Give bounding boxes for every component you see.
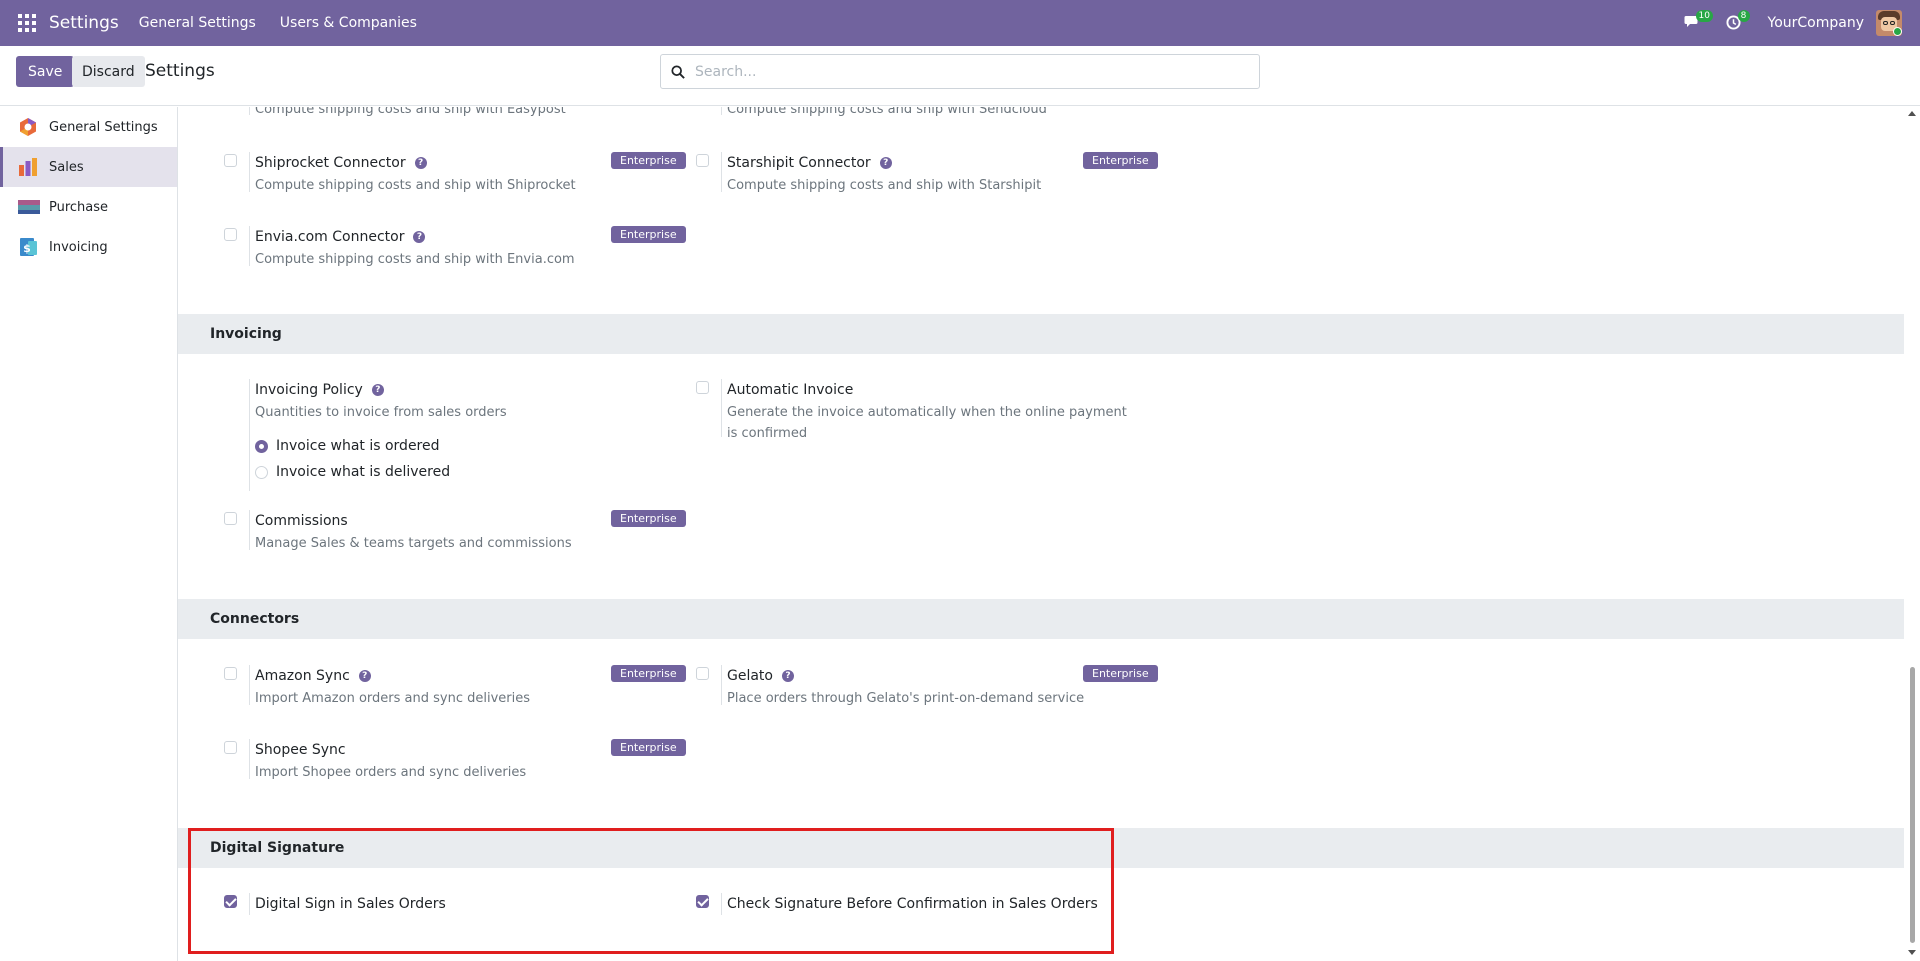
amazon-sync-checkbox[interactable] xyxy=(224,667,237,680)
enterprise-badge[interactable]: Enterprise xyxy=(611,152,686,169)
search-input[interactable] xyxy=(695,63,1235,80)
discard-button[interactable]: Discard xyxy=(72,56,145,87)
setting-desc: Compute shipping costs and ship with Sen… xyxy=(727,107,1047,117)
setting-label: Commissions xyxy=(255,513,348,529)
setting-desc: Compute shipping costs and ship with Env… xyxy=(255,252,575,267)
setting-label: Amazon Sync xyxy=(255,668,350,684)
setting-desc: Manage Sales & teams targets and commiss… xyxy=(255,536,572,551)
scroll-up-arrow-icon[interactable] xyxy=(1908,111,1916,116)
setting-desc: Quantities to invoice from sales orders xyxy=(255,405,507,420)
app-title[interactable]: Settings xyxy=(49,13,119,33)
menu-general-settings[interactable]: General Settings xyxy=(139,15,256,31)
section-header-connectors: Connectors xyxy=(178,599,1904,639)
shiprocket-checkbox[interactable] xyxy=(224,154,237,167)
shopee-sync-checkbox[interactable] xyxy=(224,741,237,754)
setting-label: Invoicing Policy xyxy=(255,382,363,398)
check-signature-checkbox[interactable] xyxy=(696,895,709,908)
envia-checkbox[interactable] xyxy=(224,228,237,241)
sales-icon xyxy=(18,157,38,177)
sidebar-item-general-settings[interactable]: General Settings xyxy=(0,107,177,147)
help-icon[interactable]: ? xyxy=(879,157,892,169)
sidebar-item-label: Invoicing xyxy=(49,239,108,255)
enterprise-badge[interactable]: Enterprise xyxy=(611,665,686,682)
settings-sidebar: General Settings Sales Purchase $ Invoic… xyxy=(0,107,178,961)
scroll-thumb[interactable] xyxy=(1910,667,1915,943)
enterprise-badge[interactable]: Enterprise xyxy=(611,739,686,756)
settings-content: Compute shipping costs and ship with Eas… xyxy=(178,107,1904,961)
setting-easypost: Compute shipping costs and ship with Eas… xyxy=(224,107,684,117)
setting-label: Envia.com Connector xyxy=(255,229,405,245)
setting-desc: Compute shipping costs and ship with Sta… xyxy=(727,178,1042,193)
invoicing-icon: $ xyxy=(18,237,38,257)
top-navbar: Settings General Settings Users & Compan… xyxy=(0,0,1920,46)
setting-sendcloud: Compute shipping costs and ship with Sen… xyxy=(696,107,1156,117)
sidebar-item-label: General Settings xyxy=(49,119,158,135)
systray: 10 8 YourCompany xyxy=(1684,0,1920,46)
help-icon[interactable]: ? xyxy=(414,157,427,169)
setting-desc: Import Amazon orders and sync deliveries xyxy=(255,691,530,706)
setting-desc: Generate the invoice automatically when … xyxy=(727,405,1127,441)
setting-label: Automatic Invoice xyxy=(727,382,854,398)
help-icon[interactable]: ? xyxy=(371,384,384,396)
help-icon[interactable]: ? xyxy=(782,670,794,682)
messages-button[interactable]: 10 xyxy=(1684,10,1713,34)
help-icon[interactable]: ? xyxy=(358,670,371,682)
help-icon[interactable]: ? xyxy=(413,231,426,243)
save-button[interactable]: Save xyxy=(16,56,75,87)
setting-label: Check Signature Before Confirmation in S… xyxy=(727,896,1098,912)
setting-label: Shiprocket Connector xyxy=(255,155,406,171)
radio-invoice-delivered[interactable]: Invoice what is delivered xyxy=(255,461,675,483)
search-box[interactable] xyxy=(660,54,1260,89)
control-panel: Save Discard Settings xyxy=(0,46,1920,106)
radio-button-selected[interactable] xyxy=(255,439,268,453)
online-status-dot xyxy=(1893,27,1902,36)
setting-desc: Compute shipping costs and ship with Eas… xyxy=(255,107,566,117)
setting-desc: Place orders through Gelato's print-on-d… xyxy=(727,691,1085,706)
sidebar-item-purchase[interactable]: Purchase xyxy=(0,187,177,227)
purchase-icon xyxy=(18,197,40,217)
enterprise-badge[interactable]: Enterprise xyxy=(611,226,686,243)
scrollbar[interactable] xyxy=(1904,107,1920,961)
gelato-checkbox[interactable] xyxy=(696,667,709,680)
digital-sign-checkbox[interactable] xyxy=(224,895,237,908)
page-title: Settings xyxy=(145,61,215,81)
search-icon xyxy=(671,64,685,79)
starshipit-checkbox[interactable] xyxy=(696,154,709,167)
apps-grid-icon[interactable] xyxy=(18,14,36,32)
company-switcher[interactable]: YourCompany xyxy=(1768,15,1865,31)
setting-label: Starshipit Connector xyxy=(727,155,871,171)
radio-label: Invoice what is ordered xyxy=(276,438,440,454)
automatic-invoice-checkbox[interactable] xyxy=(696,381,709,394)
messages-count-badge: 10 xyxy=(1695,10,1713,22)
menu-users-companies[interactable]: Users & Companies xyxy=(280,15,417,31)
radio-label: Invoice what is delivered xyxy=(276,464,451,480)
section-header-invoicing: Invoicing xyxy=(178,314,1904,354)
sidebar-item-label: Sales xyxy=(49,159,84,175)
scroll-down-arrow-icon[interactable] xyxy=(1908,950,1916,955)
user-avatar[interactable] xyxy=(1876,10,1902,36)
section-header-digital-signature: Digital Signature xyxy=(178,828,1904,868)
radio-invoice-ordered[interactable]: Invoice what is ordered xyxy=(255,435,675,457)
enterprise-badge[interactable]: Enterprise xyxy=(1083,152,1158,169)
sidebar-item-label: Purchase xyxy=(49,199,109,215)
sidebar-item-sales[interactable]: Sales xyxy=(0,147,177,187)
radio-button[interactable] xyxy=(255,465,268,479)
sidebar-item-invoicing[interactable]: $ Invoicing xyxy=(0,227,177,267)
activities-count-badge: 8 xyxy=(1737,10,1750,22)
activities-button[interactable]: 8 xyxy=(1725,10,1750,34)
setting-label: Gelato xyxy=(727,668,773,684)
enterprise-badge[interactable]: Enterprise xyxy=(1083,665,1158,682)
svg-text:$: $ xyxy=(23,242,31,255)
setting-label: Shopee Sync xyxy=(255,742,346,758)
enterprise-badge[interactable]: Enterprise xyxy=(611,510,686,527)
commissions-checkbox[interactable] xyxy=(224,512,237,525)
setting-label: Digital Sign in Sales Orders xyxy=(255,896,446,912)
setting-desc: Import Shopee orders and sync deliveries xyxy=(255,765,527,780)
general-settings-icon xyxy=(18,117,38,137)
setting-desc: Compute shipping costs and ship with Shi… xyxy=(255,178,576,193)
